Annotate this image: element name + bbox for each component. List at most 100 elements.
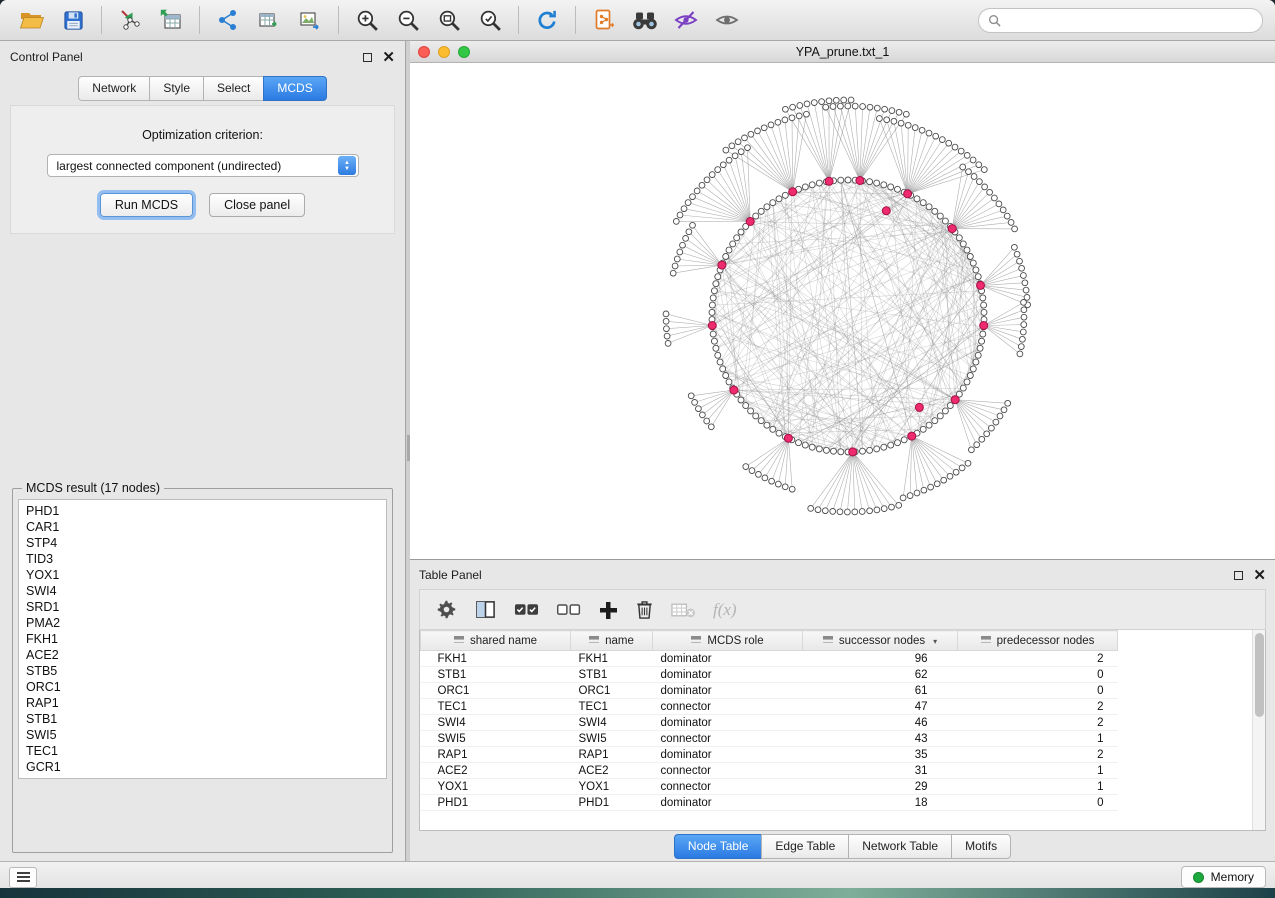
- table-settings-button[interactable]: [436, 595, 457, 625]
- export-table-button[interactable]: [249, 4, 289, 37]
- control-tab-select[interactable]: Select: [203, 76, 263, 101]
- column-header-successor-nodes[interactable]: successor nodes▾: [803, 631, 958, 651]
- table-cell[interactable]: connector: [653, 763, 803, 779]
- table-cell[interactable]: ORC1: [571, 683, 653, 699]
- result-node-item[interactable]: GCR1: [26, 759, 379, 775]
- table-tab-edge-table[interactable]: Edge Table: [761, 834, 848, 859]
- table-cell[interactable]: SWI5: [571, 731, 653, 747]
- zoom-out-button[interactable]: [388, 4, 428, 37]
- result-node-item[interactable]: STP4: [26, 535, 379, 551]
- control-tab-network[interactable]: Network: [78, 76, 149, 101]
- show-columns-button[interactable]: [474, 595, 497, 625]
- result-node-item[interactable]: YOX1: [26, 567, 379, 583]
- table-row[interactable]: TEC1TEC1connector472: [421, 699, 1118, 715]
- float-panel-icon[interactable]: [363, 53, 372, 62]
- export-image-button[interactable]: [290, 4, 330, 37]
- table-cell[interactable]: connector: [653, 731, 803, 747]
- table-cell[interactable]: connector: [653, 779, 803, 795]
- open-folder-button[interactable]: [12, 4, 52, 37]
- table-cell[interactable]: 2: [958, 747, 1118, 763]
- table-cell[interactable]: 46: [803, 715, 958, 731]
- result-node-item[interactable]: STB1: [26, 711, 379, 727]
- float-panel-icon[interactable]: [1234, 571, 1243, 580]
- select-all-button[interactable]: [514, 595, 539, 625]
- table-cell[interactable]: 35: [803, 747, 958, 763]
- refresh-button[interactable]: [527, 4, 567, 37]
- table-cell[interactable]: SWI4: [571, 715, 653, 731]
- table-cell[interactable]: 1: [958, 763, 1118, 779]
- deselect-all-button[interactable]: [556, 595, 581, 625]
- save-button[interactable]: [53, 4, 93, 37]
- zoom-selected-button[interactable]: [470, 4, 510, 37]
- table-row[interactable]: SWI5SWI5connector431: [421, 731, 1118, 747]
- table-cell[interactable]: ORC1: [421, 683, 571, 699]
- column-header-mcds-role[interactable]: MCDS role: [653, 631, 803, 651]
- close-panel-icon[interactable]: ✕: [1253, 568, 1266, 583]
- table-cell[interactable]: PHD1: [421, 795, 571, 811]
- table-row[interactable]: YOX1YOX1connector291: [421, 779, 1118, 795]
- table-cell[interactable]: 0: [958, 795, 1118, 811]
- table-row[interactable]: SWI4SWI4dominator462: [421, 715, 1118, 731]
- table-cell[interactable]: 96: [803, 651, 958, 667]
- close-panel-button[interactable]: Close panel: [209, 193, 305, 217]
- table-tab-motifs[interactable]: Motifs: [951, 834, 1011, 859]
- column-header-shared-name[interactable]: shared name: [421, 631, 571, 651]
- table-cell[interactable]: TEC1: [571, 699, 653, 715]
- search-input[interactable]: [1007, 13, 1253, 27]
- table-cell[interactable]: 31: [803, 763, 958, 779]
- table-cell[interactable]: 47: [803, 699, 958, 715]
- table-cell[interactable]: PHD1: [571, 795, 653, 811]
- function-builder-button[interactable]: f(x): [713, 595, 737, 625]
- table-cell[interactable]: SWI5: [421, 731, 571, 747]
- result-node-item[interactable]: STB5: [26, 663, 379, 679]
- control-tab-mcds[interactable]: MCDS: [263, 76, 326, 101]
- share-document-button[interactable]: [584, 4, 624, 37]
- table-cell[interactable]: ACE2: [421, 763, 571, 779]
- table-cell[interactable]: dominator: [653, 795, 803, 811]
- table-cell[interactable]: dominator: [653, 683, 803, 699]
- table-cell[interactable]: RAP1: [571, 747, 653, 763]
- search-box[interactable]: [978, 8, 1263, 33]
- hide-selected-button[interactable]: [666, 4, 706, 37]
- table-cell[interactable]: STB1: [571, 667, 653, 683]
- table-cell[interactable]: 43: [803, 731, 958, 747]
- result-node-item[interactable]: RAP1: [26, 695, 379, 711]
- table-cell[interactable]: FKH1: [421, 651, 571, 667]
- add-column-button[interactable]: [598, 595, 618, 625]
- chevron-down-icon[interactable]: ▾: [933, 637, 937, 646]
- table-cell[interactable]: connector: [653, 699, 803, 715]
- result-node-item[interactable]: SWI4: [26, 583, 379, 599]
- table-tab-node-table[interactable]: Node Table: [674, 834, 762, 859]
- table-row[interactable]: PHD1PHD1dominator180: [421, 795, 1118, 811]
- table-cell[interactable]: TEC1: [421, 699, 571, 715]
- column-header-predecessor-nodes[interactable]: predecessor nodes: [958, 631, 1118, 651]
- memory-button[interactable]: Memory: [1181, 866, 1266, 888]
- show-hidden-button[interactable]: [707, 4, 747, 37]
- table-cell[interactable]: 2: [958, 699, 1118, 715]
- table-cell[interactable]: 18: [803, 795, 958, 811]
- table-row[interactable]: STB1STB1dominator620: [421, 667, 1118, 683]
- result-node-item[interactable]: CAR1: [26, 519, 379, 535]
- close-panel-icon[interactable]: ✕: [382, 50, 395, 65]
- table-cell[interactable]: SWI4: [421, 715, 571, 731]
- result-node-item[interactable]: PMA2: [26, 615, 379, 631]
- column-header-name[interactable]: name: [571, 631, 653, 651]
- scrollbar-thumb[interactable]: [1255, 633, 1264, 717]
- result-node-item[interactable]: PHD1: [26, 503, 379, 519]
- delete-table-button[interactable]: [671, 595, 696, 625]
- table-cell[interactable]: 1: [958, 779, 1118, 795]
- table-row[interactable]: ACE2ACE2connector311: [421, 763, 1118, 779]
- result-node-item[interactable]: FKH1: [26, 631, 379, 647]
- table-cell[interactable]: RAP1: [421, 747, 571, 763]
- network-view[interactable]: [410, 63, 1275, 559]
- result-node-item[interactable]: SRD1: [26, 599, 379, 615]
- network-titlebar[interactable]: YPA_prune.txt_1: [410, 41, 1275, 63]
- table-cell[interactable]: dominator: [653, 651, 803, 667]
- table-cell[interactable]: ACE2: [571, 763, 653, 779]
- table-row[interactable]: FKH1FKH1dominator962: [421, 651, 1118, 667]
- table-cell[interactable]: dominator: [653, 667, 803, 683]
- table-cell[interactable]: dominator: [653, 715, 803, 731]
- result-node-item[interactable]: TID3: [26, 551, 379, 567]
- table-cell[interactable]: 1: [958, 731, 1118, 747]
- network-canvas[interactable]: [410, 63, 1275, 559]
